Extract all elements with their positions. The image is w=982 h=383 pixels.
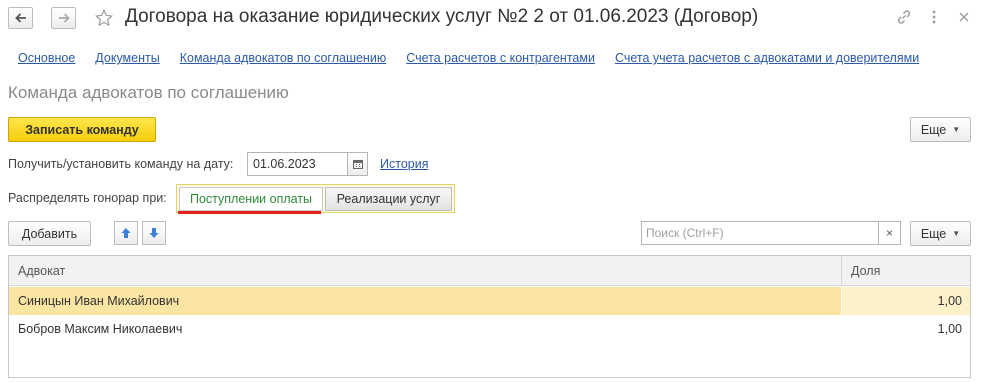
table-more-label: Еще xyxy=(920,226,947,241)
distribute-label: Распределять гонорар при: xyxy=(8,191,167,205)
toggle-payment-button[interactable]: Поступлении оплаты xyxy=(179,187,323,211)
nav-link-lawyers-team[interactable]: Команда адвокатов по соглашению xyxy=(180,51,386,65)
cell-lawyer: Бобров Максим Николаевич xyxy=(18,322,183,336)
table-more-button[interactable]: Еще ▼ xyxy=(910,221,971,246)
add-button[interactable]: Добавить xyxy=(8,221,91,246)
search-input[interactable]: Поиск (Ctrl+F) xyxy=(641,221,879,245)
lawyers-table: Адвокат Доля Синицын Иван Михайлович 1,0… xyxy=(8,255,971,378)
toggle-sale-button[interactable]: Реализации услуг xyxy=(325,187,452,211)
section-nav: Основное Документы Команда адвокатов по … xyxy=(18,51,939,65)
chevron-down-icon: ▼ xyxy=(952,229,961,238)
nav-link-documents[interactable]: Документы xyxy=(95,51,159,65)
calendar-icon xyxy=(352,160,363,169)
clear-search-icon[interactable]: × xyxy=(878,221,901,245)
nav-link-counterparty-accounts[interactable]: Счета расчетов с контрагентами xyxy=(406,51,595,65)
cell-share: 1,00 xyxy=(842,287,970,315)
write-team-button[interactable]: Записать команду xyxy=(8,117,156,142)
window-title: Договора на оказание юридических услуг №… xyxy=(125,6,759,27)
more-button[interactable]: Еще ▼ xyxy=(910,117,971,142)
chevron-down-icon: ▼ xyxy=(952,125,961,134)
forward-button[interactable] xyxy=(51,7,76,29)
cell-lawyer: Синицын Иван Михайлович xyxy=(9,287,841,315)
arrow-down-icon xyxy=(149,228,159,238)
table-row[interactable]: Синицын Иван Михайлович 1,00 xyxy=(9,287,970,315)
active-toggle-underline xyxy=(178,211,321,214)
calendar-button[interactable] xyxy=(347,152,368,176)
move-down-button[interactable] xyxy=(142,221,166,245)
table-row[interactable]: Бобров Максим Николаевич 1,00 xyxy=(9,315,970,343)
move-up-button[interactable] xyxy=(114,221,138,245)
date-label: Получить/установить команду на дату: xyxy=(8,157,234,171)
table-header: Адвокат Доля xyxy=(9,256,970,286)
distribute-toggle-group: Поступлении оплаты Реализации услуг xyxy=(176,184,455,213)
back-button[interactable] xyxy=(8,7,33,29)
close-icon[interactable] xyxy=(955,8,973,26)
cell-share: 1,00 xyxy=(937,322,962,336)
history-link[interactable]: История xyxy=(380,157,428,171)
nav-link-main[interactable]: Основное xyxy=(18,51,75,65)
favorite-star-icon[interactable] xyxy=(93,7,115,29)
section-title: Команда адвокатов по соглашению xyxy=(8,83,289,102)
column-header-share[interactable]: Доля xyxy=(842,256,970,286)
column-header-lawyer[interactable]: Адвокат xyxy=(9,256,841,286)
more-button-label: Еще xyxy=(920,122,947,137)
more-vertical-icon[interactable] xyxy=(925,8,943,26)
arrow-up-icon xyxy=(121,228,131,238)
nav-link-lawyer-accounts[interactable]: Счета учета расчетов с адвокатами и дове… xyxy=(615,51,919,65)
link-icon[interactable] xyxy=(895,8,913,26)
date-input[interactable]: 01.06.2023 xyxy=(247,152,348,176)
arrow-right-icon xyxy=(58,13,70,23)
arrow-left-icon xyxy=(14,13,26,23)
